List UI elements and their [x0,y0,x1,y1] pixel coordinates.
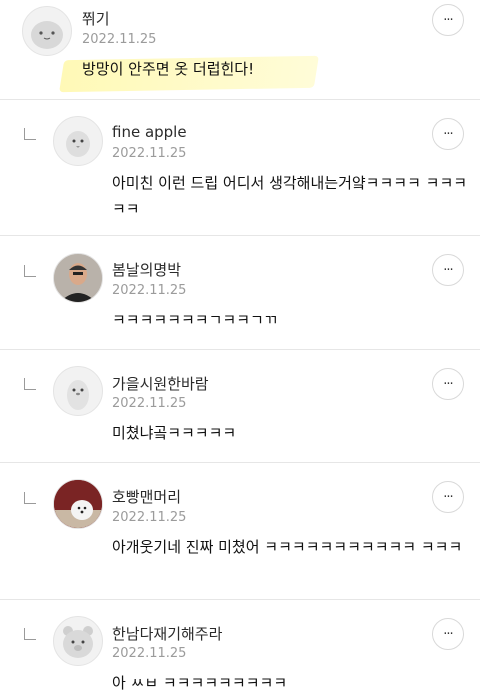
comment-text: 아 ㅆㅂ ㅋㅋㅋㅋㅋㅋㅋㅋㅋ [112,674,288,692]
more-options-button[interactable]: ··· [432,481,464,513]
chick-avatar-icon[interactable] [53,116,103,166]
divider [0,462,480,463]
reply-indicator-icon [24,128,36,140]
dog-photo-avatar[interactable] [53,479,103,529]
penguin-avatar-icon[interactable] [53,366,103,416]
divider [0,349,480,350]
comment-date: 2022.11.25 [82,32,157,47]
reply-indicator-icon [24,628,36,640]
more-options-button[interactable]: ··· [432,254,464,286]
divider [0,599,480,600]
more-options-button[interactable]: ··· [432,368,464,400]
bunny-avatar-icon[interactable] [22,6,72,56]
more-options-button[interactable]: ··· [432,118,464,150]
comment-date: 2022.11.25 [112,646,187,661]
reply-indicator-icon [24,492,36,504]
man-photo-avatar[interactable] [53,253,103,303]
comment-text: 미쳤냐곸ㅋㅋㅋㅋㅋ [112,424,237,442]
comment-date: 2022.11.25 [112,146,187,161]
comment-date: 2022.11.25 [112,396,187,411]
commenter-name[interactable]: fine apple [112,123,187,141]
reply-indicator-icon [24,378,36,390]
comment-date: 2022.11.25 [112,283,187,298]
comment-text: 아개웃기네 진짜 미쳤어 ㅋㅋㅋㅋㅋㅋㅋㅋㅋㅋㅋ ㅋㅋㅋ [112,538,463,556]
more-options-button[interactable]: ··· [432,4,464,36]
more-options-button[interactable]: ··· [432,618,464,650]
commenter-name[interactable]: 봄날의명박 [112,259,181,280]
commenter-name[interactable]: 쮜기 [82,8,110,29]
divider [0,99,480,100]
commenter-name[interactable]: 호빵맨머리 [112,486,181,507]
comment-date: 2022.11.25 [112,510,187,525]
commenter-name[interactable]: 가을시원한바람 [112,373,209,394]
comment-text: ㅋㅋㅋㅋㅋㅋㅋㄱㅋㅋㄱㄲ [112,311,278,329]
bear-avatar-icon[interactable] [53,616,103,666]
comment-text: 아미친 이런 드립 어디서 생각해내는거얔ㅋㅋㅋㅋ ㅋㅋㅋㅋㅋ [112,174,468,218]
reply-indicator-icon [24,265,36,277]
commenter-name[interactable]: 한남다재기해주라 [112,623,222,644]
comment-text: 방망이 안주면 옷 더럽힌다! [82,60,255,78]
divider [0,235,480,236]
